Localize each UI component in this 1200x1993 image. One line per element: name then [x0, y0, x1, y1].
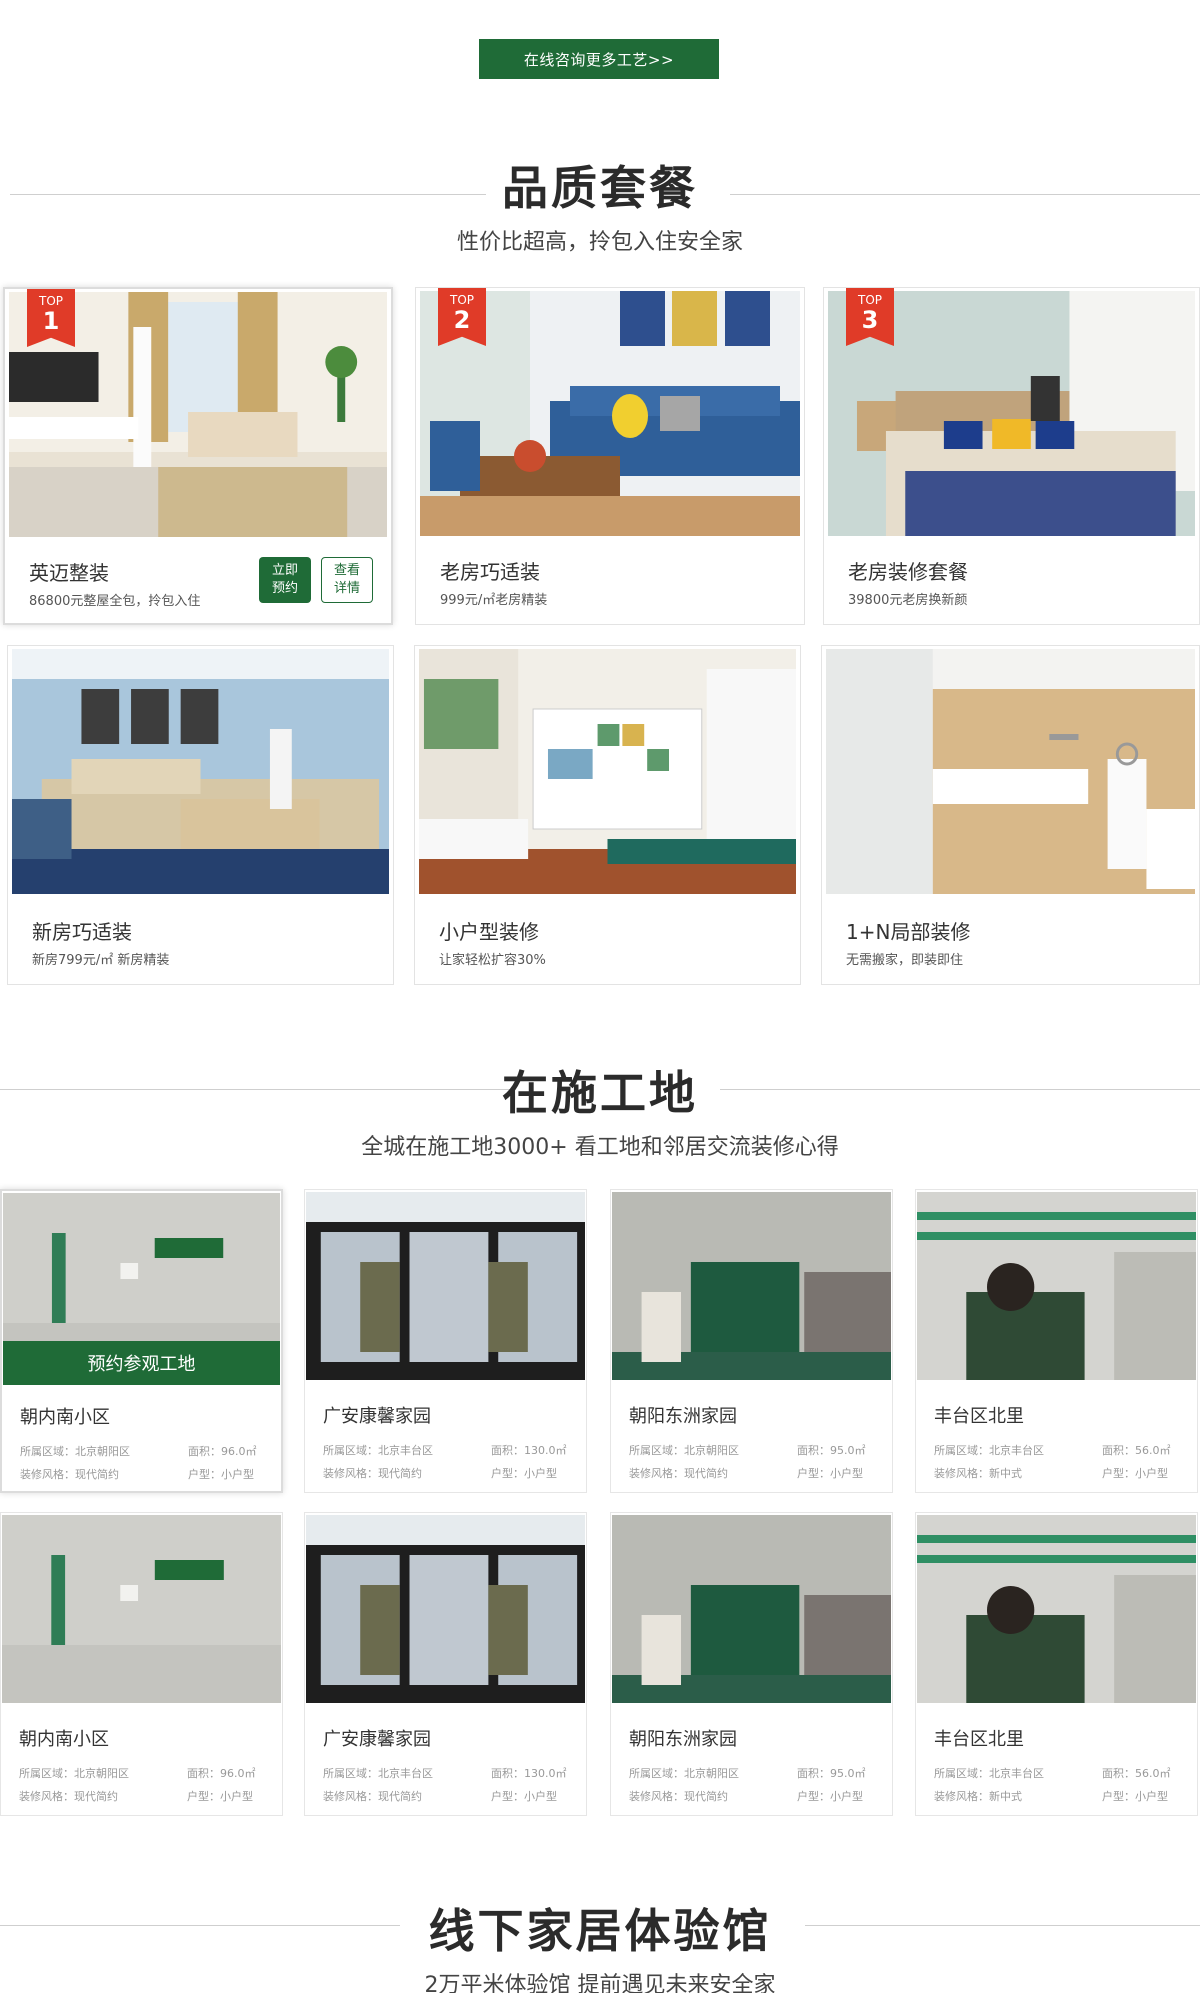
- package-image: [12, 649, 389, 894]
- site-type: 户型：小户型: [491, 1467, 557, 1480]
- site-type: 户型：小户型: [188, 1468, 254, 1481]
- section-subtitle: 2万平米体验馆 提前遇见未来安全家: [424, 1973, 776, 1993]
- package-name: 英迈整装: [29, 561, 109, 585]
- site-size: 面积：56.0㎡: [1102, 1444, 1171, 1457]
- package-name: 老房装修套餐: [848, 560, 968, 584]
- site-size: 面积：130.0㎡: [491, 1767, 567, 1780]
- package-image: [826, 649, 1195, 894]
- package-card[interactable]: TOP 3 老房装修套餐 39800元老房换新颜: [823, 287, 1200, 625]
- site-image: [917, 1192, 1196, 1380]
- site-card[interactable]: 朝内南小区所属区域：北京朝阳区 装修风格：现代简约 面积：96.0㎡ 户型：小户型: [0, 1512, 283, 1816]
- package-card[interactable]: TOP 2 老房巧适装 999元/㎡老房精装: [415, 287, 805, 625]
- site-card[interactable]: 预约参观工地朝内南小区所属区域：北京朝阳区 装修风格：现代简约 面积：96.0㎡ 户型…: [0, 1189, 283, 1493]
- quality-header: 品质套餐 性价比超高，拎包入住安全家: [0, 152, 1200, 256]
- site-card[interactable]: 广安康馨家园所属区域：北京丰台区 装修风格：现代简约 面积：130.0㎡ 户型：小户型: [304, 1189, 587, 1493]
- site-card[interactable]: 朝阳东洲家园所属区域：北京朝阳区 装修风格：现代简约 面积：95.0㎡ 户型：小户型: [610, 1512, 893, 1816]
- site-style: 装修风格：现代简约: [629, 1790, 728, 1803]
- site-area: 所属区域：北京朝阳区: [19, 1767, 129, 1780]
- site-style: 装修风格：现代简约: [323, 1790, 422, 1803]
- site-image: [612, 1192, 891, 1380]
- site-size: 面积：95.0㎡: [797, 1767, 866, 1780]
- experience-header: 线下家居体验馆 2万平米体验馆 提前遇见未来安全家: [0, 1895, 1200, 1993]
- site-area: 所属区域：北京朝阳区: [20, 1445, 130, 1458]
- site-size: 面积：56.0㎡: [1102, 1767, 1171, 1780]
- site-style: 装修风格：现代简约: [19, 1790, 118, 1803]
- site-type: 户型：小户型: [797, 1467, 863, 1480]
- package-desc: 39800元老房换新颜: [848, 593, 968, 608]
- site-name: 丰台区北里: [934, 1729, 1024, 1750]
- site-name: 丰台区北里: [934, 1406, 1024, 1427]
- site-name: 广安康馨家园: [323, 1729, 431, 1750]
- site-size: 面积：95.0㎡: [797, 1444, 866, 1457]
- site-name: 朝内南小区: [19, 1729, 109, 1750]
- site-style: 装修风格：现代简约: [323, 1467, 422, 1480]
- site-name: 朝阳东洲家园: [629, 1406, 737, 1427]
- site-card[interactable]: 朝阳东洲家园所属区域：北京朝阳区 装修风格：现代简约 面积：95.0㎡ 户型：小户型: [610, 1189, 893, 1493]
- site-area: 所属区域：北京丰台区: [934, 1444, 1044, 1457]
- package-card[interactable]: TOP 1 英迈整装 86800元整屋全包，拎包入住 立即 预约 查看 详情: [3, 287, 393, 625]
- site-type: 户型：小户型: [1102, 1467, 1168, 1480]
- site-style: 装修风格：新中式: [934, 1467, 1022, 1480]
- site-card[interactable]: 广安康馨家园所属区域：北京丰台区 装修风格：现代简约 面积：130.0㎡ 户型：小户型: [304, 1512, 587, 1816]
- site-name: 广安康馨家园: [323, 1406, 431, 1427]
- package-desc: 新房799元/㎡ 新房精装: [32, 953, 170, 968]
- site-type: 户型：小户型: [1102, 1790, 1168, 1803]
- package-desc: 999元/㎡老房精装: [440, 593, 548, 608]
- site-image: [917, 1515, 1196, 1703]
- package-image: [419, 649, 796, 894]
- site-area: 所属区域：北京朝阳区: [629, 1767, 739, 1780]
- site-size: 面积：96.0㎡: [187, 1767, 256, 1780]
- site-name: 朝内南小区: [20, 1407, 110, 1428]
- site-area: 所属区域：北京丰台区: [323, 1444, 433, 1457]
- site-type: 户型：小户型: [491, 1790, 557, 1803]
- site-name: 朝阳东洲家园: [629, 1729, 737, 1750]
- site-image: [306, 1515, 585, 1703]
- site-style: 装修风格：新中式: [934, 1790, 1022, 1803]
- site-area: 所属区域：北京朝阳区: [629, 1444, 739, 1457]
- package-card[interactable]: 小户型装修 让家轻松扩容30%: [414, 645, 801, 985]
- package-name: 老房巧适装: [440, 560, 540, 584]
- site-image: [306, 1192, 585, 1380]
- view-details-button[interactable]: 查看 详情: [321, 557, 373, 603]
- section-title: 品质套餐: [502, 161, 698, 215]
- site-image: [2, 1515, 281, 1703]
- site-size: 面积：96.0㎡: [188, 1445, 257, 1458]
- sites-header: 在施工地 全城在施工地3000+ 看工地和邻居交流装修心得: [0, 1057, 1200, 1161]
- book-now-button[interactable]: 立即 预约: [259, 557, 311, 603]
- package-desc: 86800元整屋全包，拎包入住: [29, 594, 201, 609]
- section-subtitle: 性价比超高，拎包入住安全家: [456, 230, 743, 255]
- package-name: 1+N局部装修: [846, 920, 971, 944]
- site-card[interactable]: 丰台区北里所属区域：北京丰台区 装修风格：新中式 面积：56.0㎡ 户型：小户型: [915, 1512, 1198, 1816]
- package-name: 新房巧适装: [32, 920, 132, 944]
- site-style: 装修风格：现代简约: [629, 1467, 728, 1480]
- site-image: [612, 1515, 891, 1703]
- package-card[interactable]: 新房巧适装 新房799元/㎡ 新房精装: [7, 645, 394, 985]
- book-site-visit-button[interactable]: 预约参观工地: [3, 1341, 280, 1385]
- package-name: 小户型装修: [439, 920, 539, 944]
- site-style: 装修风格：现代简约: [20, 1468, 119, 1481]
- site-size: 面积：130.0㎡: [491, 1444, 567, 1457]
- package-desc: 无需搬家，即装即住: [846, 953, 964, 968]
- package-card[interactable]: 1+N局部装修 无需搬家，即装即住: [821, 645, 1200, 985]
- section-subtitle: 全城在施工地3000+ 看工地和邻居交流装修心得: [361, 1135, 839, 1160]
- package-desc: 让家轻松扩容30%: [439, 953, 546, 968]
- site-type: 户型：小户型: [797, 1790, 863, 1803]
- section-title: 线下家居体验馆: [428, 1904, 772, 1958]
- consult-more-button[interactable]: 在线咨询更多工艺>>: [479, 39, 719, 79]
- site-card[interactable]: 丰台区北里所属区域：北京丰台区 装修风格：新中式 面积：56.0㎡ 户型：小户型: [915, 1189, 1198, 1493]
- site-area: 所属区域：北京丰台区: [934, 1767, 1044, 1780]
- section-title: 在施工地: [502, 1066, 698, 1120]
- site-type: 户型：小户型: [187, 1790, 253, 1803]
- site-area: 所属区域：北京丰台区: [323, 1767, 433, 1780]
